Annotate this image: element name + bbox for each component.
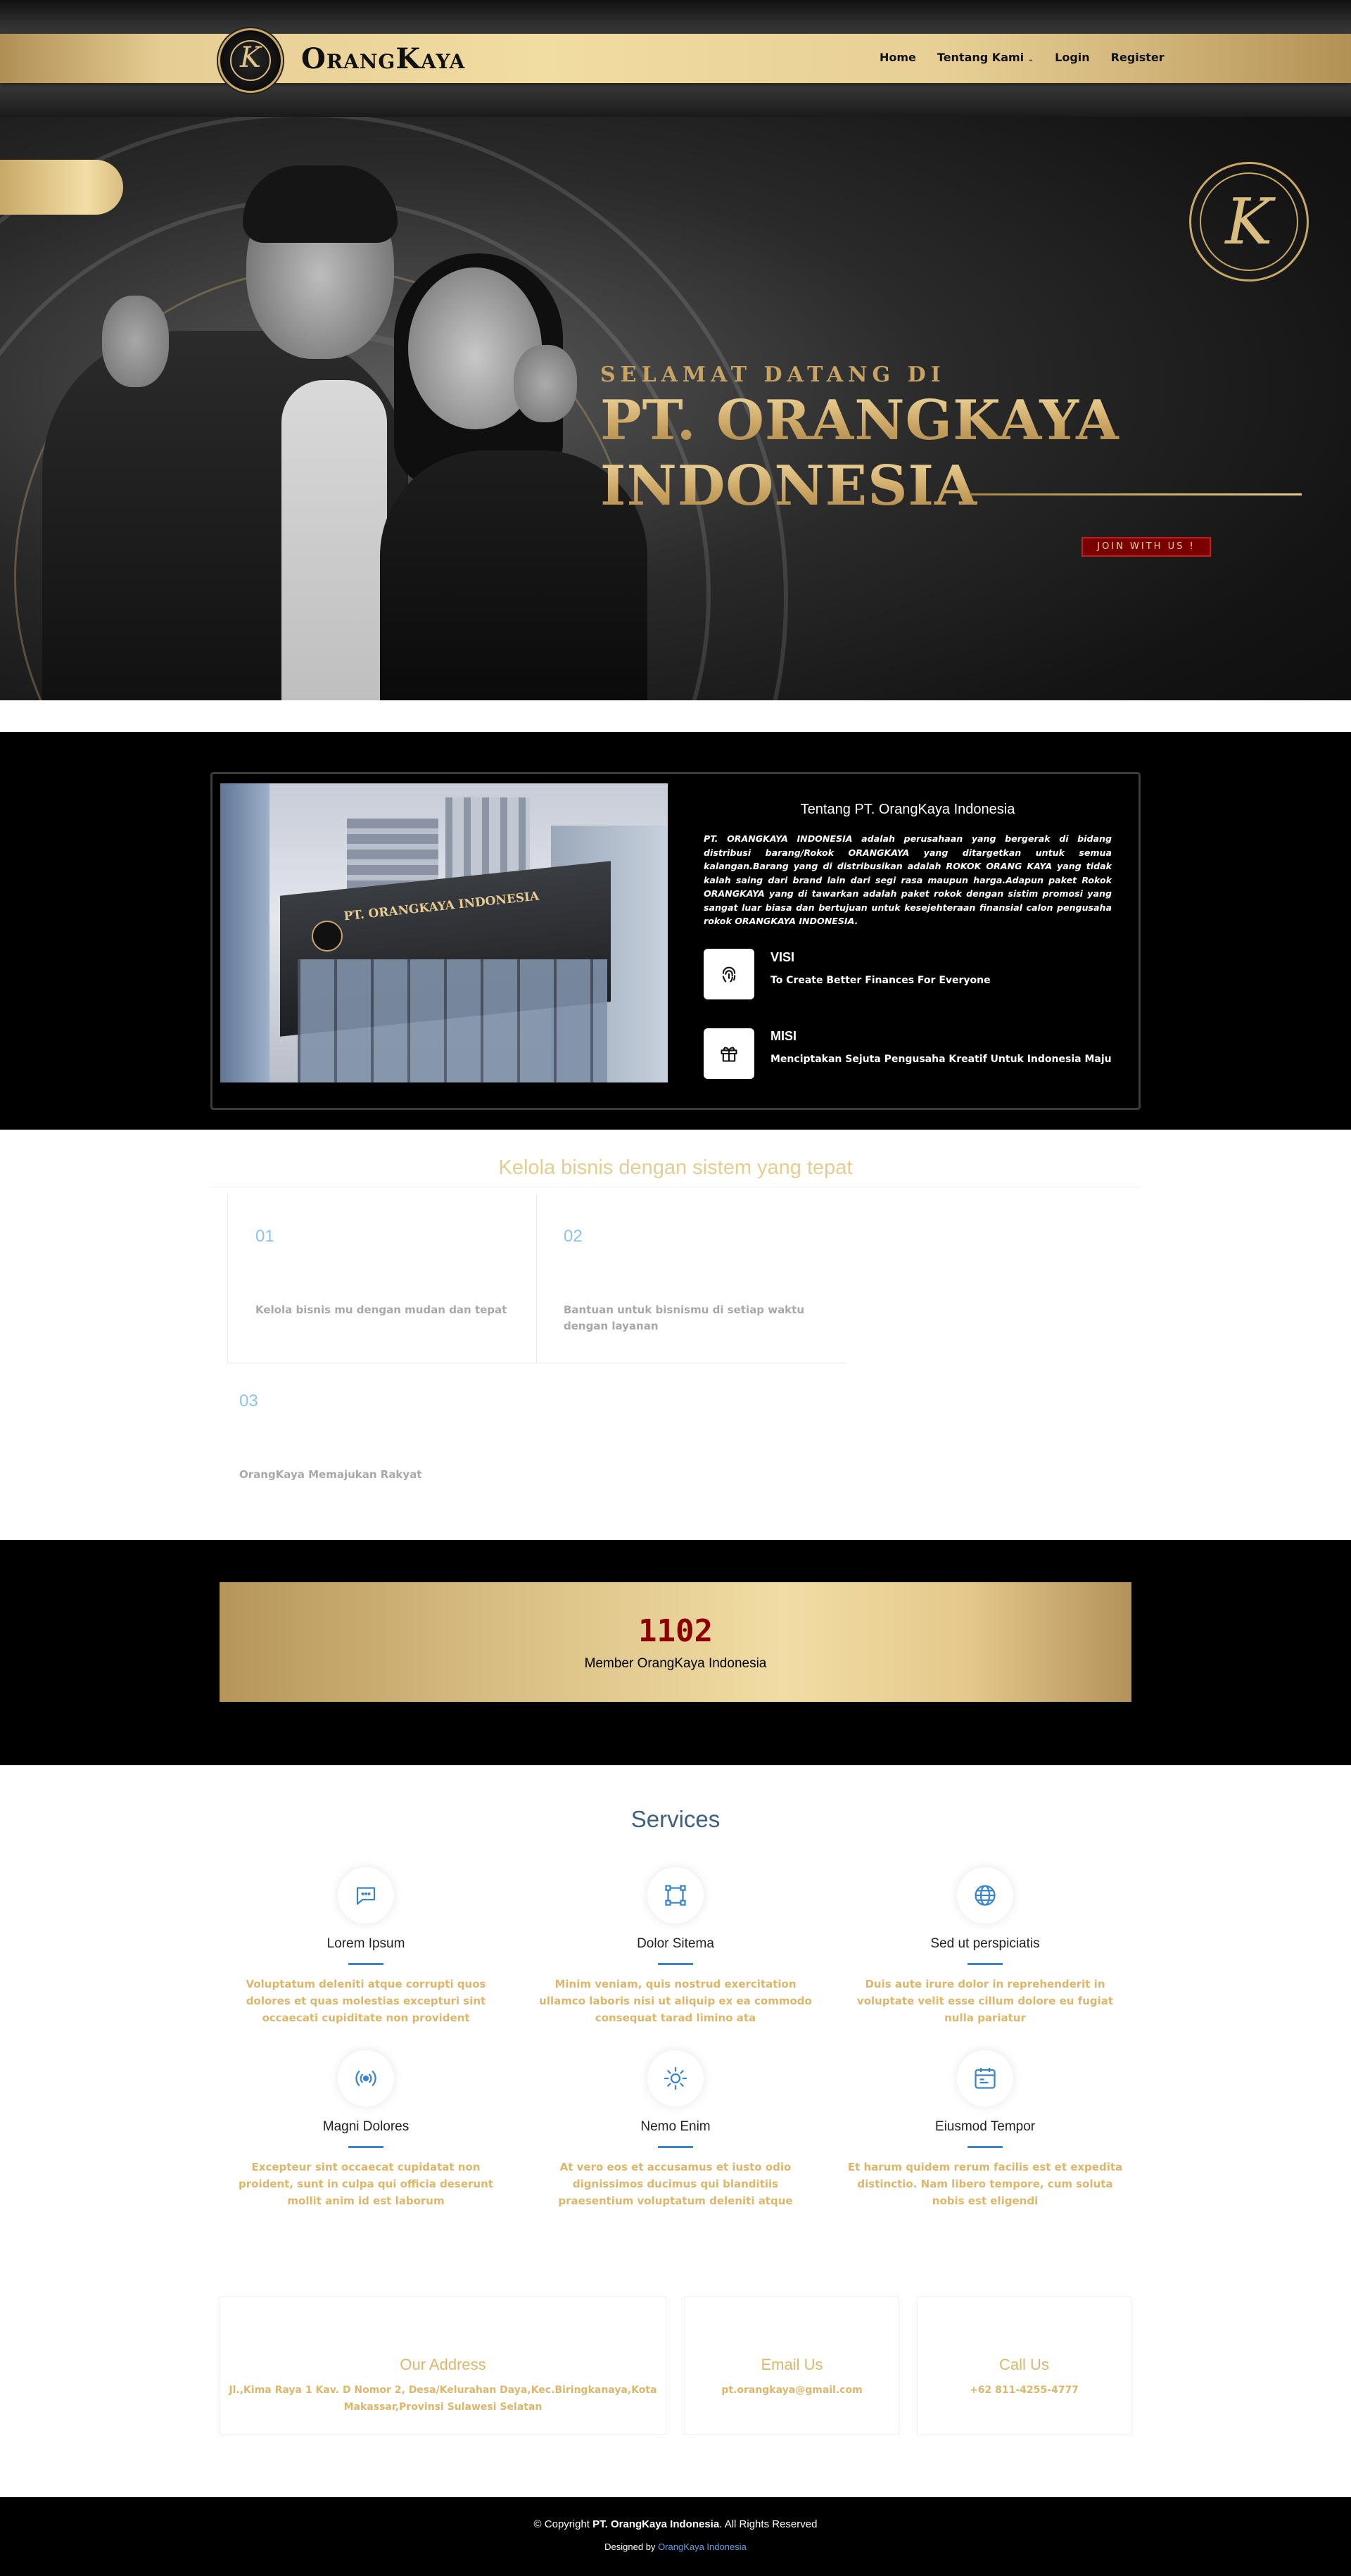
email-title: Email Us <box>761 2356 823 2373</box>
nav-link-home[interactable]: Home <box>880 51 916 64</box>
visi-label: VISI <box>770 950 795 964</box>
phone-link[interactable]: +62 811-4255-4777 <box>925 2382 1124 2399</box>
nav-link-tentang-label: Tentang Kami <box>937 51 1025 64</box>
step-text: Kelola bisnis mu dengan mudan dan tepat <box>255 1303 507 1316</box>
hero-man-hair <box>243 165 398 243</box>
page: K OrangKaya Home Tentang Kami ⌄ Login Re… <box>0 0 1351 2576</box>
credit-text: Designed by OrangKaya Indonesia <box>0 2542 1351 2552</box>
member-count: 1102 <box>638 1613 713 1649</box>
service-desc: Et harum quidem rerum facilis est et exp… <box>847 2161 1123 2207</box>
email-link[interactable]: pt.orangkaya@gmail.com <box>692 2382 892 2399</box>
fingerprint-icon <box>704 949 754 999</box>
broadcast-icon <box>338 2050 394 2107</box>
kelola-title: Kelola bisnis dengan sistem yang tepat <box>498 1156 853 1179</box>
nav-link-register[interactable]: Register <box>1111 51 1165 64</box>
brand-name[interactable]: OrangKaya <box>301 42 465 75</box>
copyright-suffix: . All Rights Reserved <box>719 2518 818 2530</box>
globe-icon <box>957 1867 1013 1924</box>
visi-text: To Create Better Finances For Everyone <box>770 975 991 986</box>
bounding-box-icon <box>647 1867 704 1924</box>
service-title: Lorem Ipsum <box>326 1936 405 1951</box>
about-title: Tentang PT. OrangKaya Indonesia <box>800 802 1015 817</box>
emblem-letter: K <box>1225 185 1273 259</box>
nav-under-strip <box>0 83 1351 117</box>
chat-icon <box>338 1867 394 1924</box>
call-title: Call Us <box>999 2356 1049 2373</box>
top-strip <box>0 0 1351 34</box>
service-title: Dolor Sitema <box>637 1936 714 1951</box>
logo-letter: K <box>240 42 261 74</box>
hero-title-line2: INDONESIA <box>600 454 978 518</box>
service-underline <box>968 1963 1003 1965</box>
service-underline <box>658 1963 693 1965</box>
decor-gold-pill <box>0 160 123 215</box>
hero-welcome: SELAMAT DATANG DI <box>600 362 946 387</box>
service-title: Eiusmod Tempor <box>934 2119 1036 2134</box>
grid-line <box>536 1194 537 1363</box>
chevron-down-icon: ⌄ <box>1027 56 1034 63</box>
service-desc: Minim veniam, quis nostrud exercitation … <box>539 1978 812 2024</box>
member-count-label: Member OrangKaya Indonesia <box>584 1656 767 1671</box>
address-text: Jl.,Kima Raya 1 Kav. D Nomor 2, Desa/Kel… <box>229 2385 657 2413</box>
service-title: Magni Dolores <box>322 2119 410 2134</box>
designer-link[interactable]: OrangKaya Indonesia <box>658 2542 747 2552</box>
sun-icon <box>647 2050 704 2107</box>
service-desc: Duis aute irure dolor in reprehenderit i… <box>856 1978 1114 2024</box>
hero-man-hand <box>102 296 169 387</box>
emblem-logo-icon: K <box>1189 162 1309 282</box>
nav-menu: Home Tentang Kami ⌄ Login Register <box>880 51 1165 64</box>
nav-link-login[interactable]: Login <box>1055 51 1090 64</box>
email-box: Email Us pt.orangkaya@gmail.com <box>685 2297 899 2435</box>
copyright-company: PT. OrangKaya Indonesia <box>592 2518 720 2530</box>
service-underline <box>348 1963 383 1965</box>
hero-title-line1: PT. ORANGKAYA <box>600 389 1120 453</box>
call-box: Call Us +62 811-4255-4777 <box>917 2297 1131 2435</box>
hero-man-shirt <box>281 380 387 700</box>
building-glass <box>298 959 607 1082</box>
nav-link-tentang-kami[interactable]: Tentang Kami ⌄ <box>937 51 1034 64</box>
step-number: 02 <box>564 1227 583 1246</box>
copyright-text: © Copyright PT. OrangKaya Indonesia. All… <box>0 2518 1351 2530</box>
grid-line <box>227 1194 228 1363</box>
designed-by-label: Designed by <box>604 2542 656 2552</box>
address-title: Our Address <box>400 2356 486 2373</box>
hero-woman-hand <box>514 345 577 422</box>
address-box: Our Address Jl.,Kima Raya 1 Kav. D Nomor… <box>220 2297 666 2435</box>
service-title: Nemo Enim <box>640 2119 711 2134</box>
services-title: Services <box>630 1806 721 1832</box>
step-number: 03 <box>239 1391 258 1410</box>
step-number: 01 <box>255 1227 274 1246</box>
company-building-image: PT. ORANGKAYA INDONESIA <box>220 783 668 1082</box>
join-button[interactable]: JOIN WITH US ! <box>1082 537 1211 557</box>
service-underline <box>348 2146 383 2148</box>
gift-icon <box>704 1028 754 1079</box>
misi-label: MISI <box>770 1029 797 1043</box>
service-desc: At vero eos et accusamus et iusto odio d… <box>558 2161 793 2207</box>
calendar-icon <box>957 2050 1013 2107</box>
service-desc: Excepteur sint occaecat cupidatat non pr… <box>239 2161 493 2207</box>
service-underline <box>968 2146 1003 2148</box>
step-text: OrangKaya Memajukan Rakyat <box>239 1468 422 1481</box>
misi-text: Menciptakan Sejuta Pengusaha Kreatif Unt… <box>770 1054 1112 1065</box>
hero-underline <box>970 493 1302 495</box>
about-text: PT. ORANGKAYA INDONESIA adalah perusahaa… <box>704 833 1112 926</box>
bg-tower <box>220 783 269 1082</box>
footer <box>0 2497 1351 2576</box>
service-desc: Voluptatum deleniti atque corrupti quos … <box>246 1978 486 2024</box>
service-title: Sed ut perspiciatis <box>930 1936 1040 1951</box>
sign-logo-icon <box>312 921 343 952</box>
brand-logo-icon[interactable]: K <box>218 28 283 93</box>
step-text: Bantuan untuk bisnismu di setiap waktu d… <box>564 1303 804 1332</box>
service-underline <box>658 2146 693 2148</box>
copyright-prefix: © Copyright <box>533 2518 590 2530</box>
